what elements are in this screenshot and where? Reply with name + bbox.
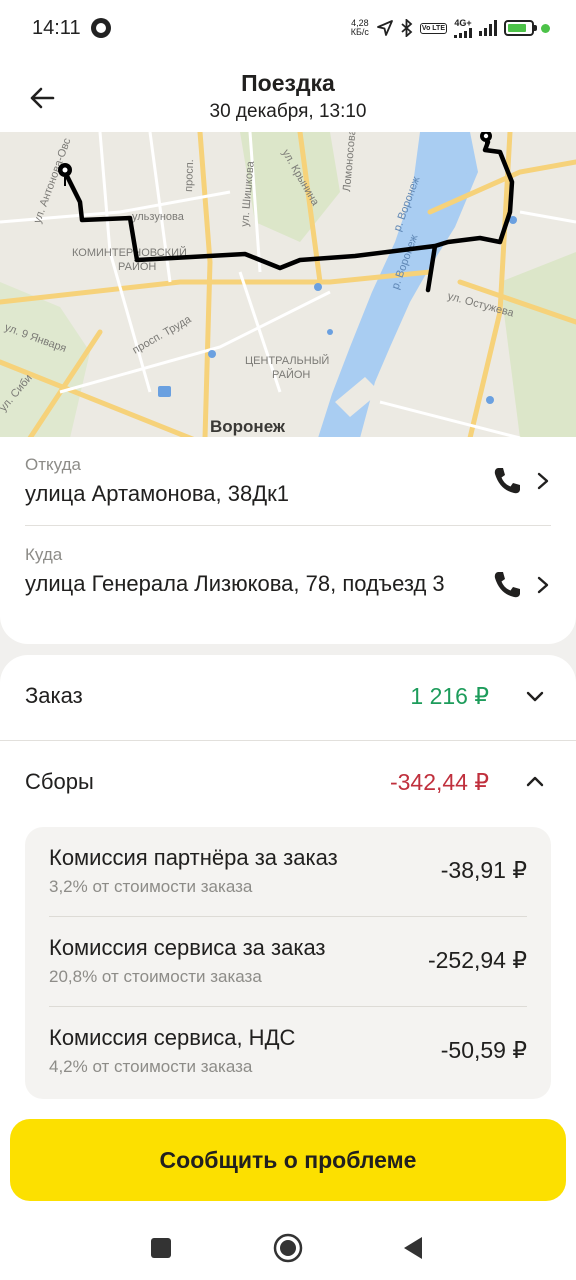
- fee-item-amount: -50,59 ₽: [440, 1037, 527, 1063]
- map-label-district-central: ЦЕНТРАЛЬНЫЙ: [245, 354, 329, 367]
- from-address: улица Артамонова, 38Дк1: [25, 481, 289, 506]
- fees-value: -342,44 ₽: [389, 769, 489, 795]
- fees-breakdown: Комиссия партнёра за заказ 3,2% от стоим…: [25, 827, 551, 1099]
- back-nav-button[interactable]: [396, 1231, 430, 1265]
- map-canvas: ул. Антонова-Овс ульзунова КОМИНТЕРНОВСК…: [0, 132, 576, 438]
- square-icon: [151, 1238, 171, 1258]
- fee-item-note: 3,2% от стоимости заказа: [49, 877, 253, 896]
- address-divider: [25, 525, 551, 526]
- triangle-back-icon: [404, 1237, 422, 1259]
- battery-icon: [504, 20, 537, 36]
- header: Поездка 30 декабря, 13:10: [0, 58, 576, 132]
- phone-icon[interactable]: [491, 569, 523, 601]
- recents-button[interactable]: [144, 1231, 178, 1265]
- fees-row[interactable]: Сборы -342,44 ₽: [25, 741, 551, 821]
- bottom-action-bar: Сообщить о проблеме: [0, 1105, 576, 1215]
- signal-icon-2: [479, 20, 497, 36]
- fee-item-note: 20,8% от стоимости заказа: [49, 967, 262, 986]
- system-nav-bar: [0, 1215, 576, 1280]
- map-label-prosp: просп.: [183, 159, 196, 192]
- privacy-dot-icon: [541, 23, 550, 33]
- fee-item-note: 4,2% от стоимости заказа: [49, 1057, 253, 1076]
- trip-datetime: 30 декабря, 13:10: [209, 101, 367, 122]
- chevron-up-icon[interactable]: [525, 772, 545, 792]
- status-icons: 4,28 КБ/с Vo LTE 4G+: [351, 16, 550, 40]
- fee-item-title: Комиссия сервиса за заказ: [49, 935, 326, 960]
- page-title: Поездка: [241, 70, 335, 96]
- home-circle-icon: [273, 1233, 303, 1263]
- map-label-district-central-2: РАЙОН: [272, 368, 310, 381]
- to-address-row[interactable]: Куда улица Генерала Лизюкова, 78, подъез…: [25, 545, 551, 629]
- route-addresses-card: Откуда улица Артамонова, 38Дк1 Куда улиц…: [0, 437, 576, 644]
- chevron-right-icon[interactable]: [535, 575, 551, 595]
- to-label: Куда: [25, 545, 63, 564]
- map-label-kuznova: ульзунова: [132, 211, 185, 223]
- phone-icon[interactable]: [491, 465, 523, 497]
- order-row[interactable]: Заказ 1 216 ₽: [25, 655, 551, 735]
- signal-icon: [454, 27, 472, 38]
- to-address: улица Генерала Лизюкова, 78, подъезд 3: [25, 571, 445, 596]
- bluetooth-icon: [401, 19, 413, 37]
- net-speed: 4,28 КБ/с: [351, 19, 369, 37]
- net-speed-unit: КБ/с: [350, 27, 369, 37]
- map-label-city: Воронеж: [210, 417, 286, 436]
- fee-item: Комиссия сервиса, НДС 4,2% от стоимости …: [49, 1007, 527, 1097]
- volte-badge: Vo LTE: [419, 22, 447, 34]
- report-problem-button[interactable]: Сообщить о проблеме: [10, 1119, 566, 1201]
- fees-label: Сборы: [25, 769, 94, 794]
- fee-item-title: Комиссия партнёра за заказ: [49, 845, 338, 870]
- from-label: Откуда: [25, 455, 81, 474]
- fee-item: Комиссия партнёра за заказ 3,2% от стоим…: [49, 827, 527, 917]
- from-address-row[interactable]: Откуда улица Артамонова, 38Дк1: [25, 455, 551, 525]
- network-type: 4G+: [454, 17, 472, 28]
- status-time: 14:11: [32, 17, 81, 39]
- payment-details-card: Заказ 1 216 ₽ Сборы -342,44 ₽ Комиссия п…: [0, 655, 576, 1115]
- chevron-right-icon[interactable]: [535, 471, 551, 491]
- home-button[interactable]: [271, 1231, 305, 1265]
- order-label: Заказ: [25, 683, 83, 708]
- fee-item-title: Комиссия сервиса, НДС: [49, 1025, 296, 1050]
- fee-item-amount: -38,91 ₽: [440, 857, 527, 883]
- location-arrow-icon: [377, 20, 393, 36]
- route-map[interactable]: ул. Антонова-Овс ульзунова КОМИНТЕРНОВСК…: [0, 132, 576, 438]
- status-bar: 14:11 4,28 КБ/с Vo LTE 4G+: [0, 0, 576, 58]
- app-notification-icon: [91, 18, 111, 38]
- fee-item-amount: -252,94 ₽: [427, 947, 527, 973]
- fee-item: Комиссия сервиса за заказ 20,8% от стоим…: [49, 917, 527, 1007]
- chevron-down-icon[interactable]: [525, 686, 545, 706]
- order-value: 1 216 ₽: [410, 683, 489, 709]
